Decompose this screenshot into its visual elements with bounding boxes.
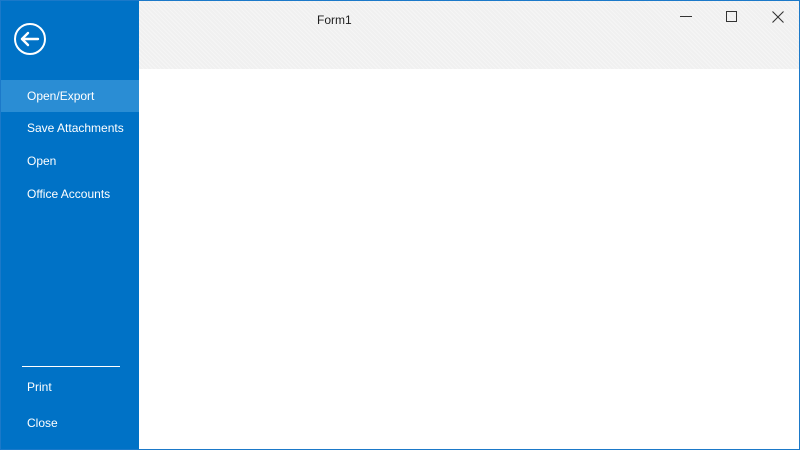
sidebar-item-label: Save Attachments (27, 121, 124, 135)
sidebar-item-label: Print (27, 380, 52, 394)
close-icon (772, 11, 784, 23)
minimize-icon (680, 16, 692, 17)
maximize-button[interactable] (709, 1, 755, 33)
back-arrow-circle-icon (14, 23, 46, 55)
back-button[interactable] (13, 22, 47, 56)
sidebar-item-save-attachments[interactable]: Save Attachments (1, 112, 139, 144)
sidebar-item-label: Office Accounts (27, 187, 111, 201)
sidebar-item-label: Open/Export (27, 89, 95, 103)
title-bar[interactable]: Form1 (139, 1, 799, 69)
sidebar-item-close[interactable]: Close (1, 407, 139, 439)
sidebar-item-label: Open (27, 154, 57, 168)
sidebar-item-print[interactable]: Print (1, 371, 139, 403)
sidebar-item-open[interactable]: Open (1, 145, 139, 177)
sidebar-divider (22, 366, 120, 367)
minimize-button[interactable] (663, 1, 709, 33)
sidebar-item-label: Close (27, 416, 58, 430)
sidebar-item-open-export[interactable]: Open/Export (1, 80, 139, 112)
sidebar-item-office-accounts[interactable]: Office Accounts (1, 178, 139, 210)
close-window-button[interactable] (755, 1, 799, 33)
backstage-sidebar: Open/Export Save Attachments Open Office… (1, 1, 139, 449)
window-title: Form1 (317, 13, 352, 27)
app-window: Open/Export Save Attachments Open Office… (0, 0, 800, 450)
maximize-icon (726, 11, 737, 22)
content-area (139, 69, 799, 449)
